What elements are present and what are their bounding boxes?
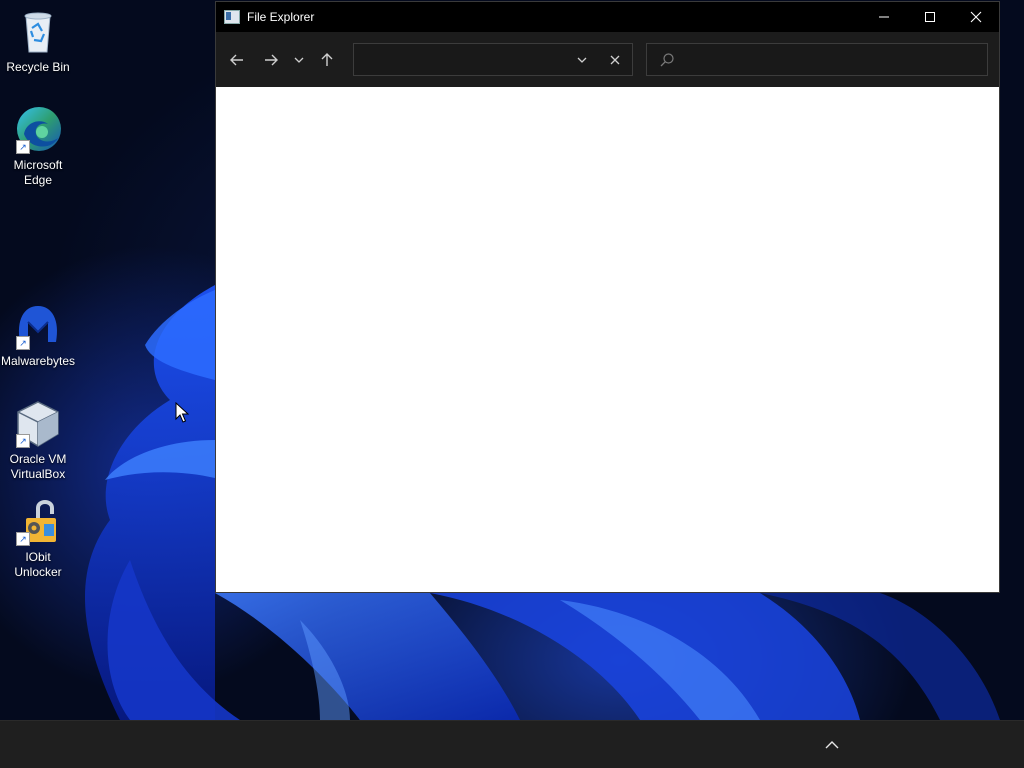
desktop-icon-label: Oracle VM VirtualBox (9, 452, 67, 481)
shortcut-arrow-icon: ↗ (16, 140, 30, 154)
arrow-up-icon (321, 52, 333, 66)
mouse-cursor-icon (175, 402, 189, 423)
desktop-icon-microsoft-edge[interactable]: ↗ Microsoft Edge (0, 104, 76, 188)
chevron-up-icon (825, 741, 839, 749)
desktop-icon-label: Microsoft Edge (13, 158, 63, 187)
desktop-icon-label: Malwarebytes (0, 354, 76, 368)
arrow-right-icon (265, 54, 278, 65)
address-bar[interactable] (353, 43, 633, 76)
minimize-icon (879, 16, 889, 18)
recycle-bin-icon (12, 6, 64, 58)
close-button[interactable] (953, 2, 999, 32)
minimize-button[interactable] (861, 2, 907, 32)
desktop-icon-recycle-bin[interactable]: Recycle Bin (0, 6, 76, 75)
chevron-down-icon (577, 57, 587, 63)
desktop-icon-iobit-unlocker[interactable]: ↗ IObit Unlocker (0, 496, 76, 580)
close-icon (610, 55, 620, 65)
arrow-left-icon (230, 54, 243, 65)
recent-locations-button[interactable] (286, 45, 312, 75)
address-dropdown-button[interactable] (570, 48, 594, 72)
close-icon (970, 11, 982, 23)
back-button[interactable] (222, 45, 252, 75)
desktop-icon-oracle-vm-virtualbox[interactable]: ↗ Oracle VM VirtualBox (0, 398, 76, 482)
desktop-icon-malwarebytes[interactable]: ↗ Malwarebytes (0, 300, 76, 369)
search-input[interactable] (681, 50, 975, 72)
maximize-button[interactable] (907, 2, 953, 32)
file-explorer-content-pane[interactable] (216, 87, 999, 592)
iobit-unlocker-icon: ↗ (12, 496, 64, 548)
desktop-icon-label: IObit Unlocker (14, 550, 62, 579)
malwarebytes-icon: ↗ (12, 300, 64, 352)
search-icon (660, 53, 674, 67)
address-input[interactable] (360, 50, 574, 72)
chevron-down-icon (294, 57, 304, 63)
file-explorer-window[interactable]: File Explorer (215, 1, 1000, 593)
maximize-icon (925, 12, 935, 22)
virtualbox-icon: ↗ (12, 398, 64, 450)
address-clear-button[interactable] (603, 48, 627, 72)
search-box[interactable] (646, 43, 988, 76)
desktop-icon-label: Recycle Bin (6, 60, 70, 74)
show-hidden-icons-button[interactable] (818, 733, 846, 757)
shortcut-arrow-icon: ↗ (16, 336, 30, 350)
navigation-toolbar (216, 32, 999, 87)
window-titlebar[interactable]: File Explorer (216, 2, 999, 32)
forward-button[interactable] (256, 45, 286, 75)
up-button[interactable] (312, 45, 342, 75)
edge-icon: ↗ (12, 104, 64, 156)
taskbar (0, 720, 1024, 768)
shortcut-arrow-icon: ↗ (16, 434, 30, 448)
window-title: File Explorer (247, 10, 315, 24)
file-explorer-app-icon (224, 10, 240, 24)
shortcut-arrow-icon: ↗ (16, 532, 30, 546)
